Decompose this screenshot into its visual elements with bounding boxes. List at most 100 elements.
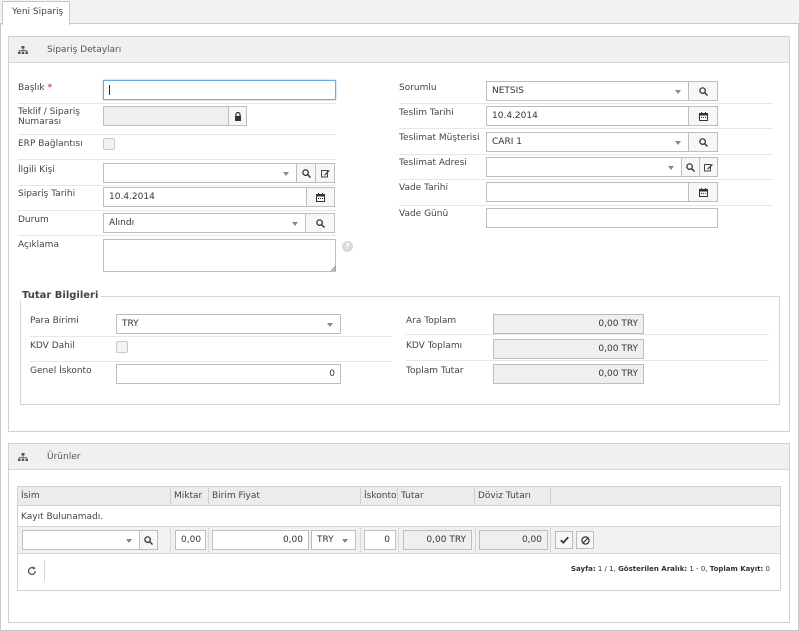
teslimat-adresi-select[interactable] bbox=[486, 157, 682, 177]
teslim-tarihi-label: Teslim Tarihi bbox=[399, 108, 454, 118]
siparis-tarihi-label: Sipariş Tarihi bbox=[18, 189, 76, 199]
column-header-iskonto[interactable]: İskonto bbox=[361, 487, 398, 506]
sorumlu-label: Sorumlu bbox=[399, 83, 437, 93]
chevron-down-icon bbox=[283, 172, 289, 176]
col-divider bbox=[475, 527, 476, 553]
resize-handle-icon[interactable] bbox=[331, 266, 336, 271]
durum-select[interactable]: Alındı bbox=[103, 213, 306, 233]
currency-select[interactable]: TRY bbox=[311, 530, 356, 550]
teslimat-adresi-search-button[interactable] bbox=[681, 157, 700, 177]
ara-toplam-label: Ara Toplam bbox=[406, 316, 457, 326]
divider bbox=[399, 103, 773, 104]
para-birimi-label: Para Birimi bbox=[30, 316, 79, 326]
aciklama-label: Açıklama bbox=[18, 240, 59, 250]
divider bbox=[406, 334, 769, 335]
divider bbox=[399, 205, 773, 206]
product-search-button[interactable] bbox=[139, 530, 158, 550]
search-icon bbox=[301, 168, 311, 178]
vade-tarihi-calendar-button[interactable] bbox=[688, 182, 718, 202]
sitemap-icon bbox=[18, 46, 28, 54]
save-row-button[interactable] bbox=[555, 531, 573, 549]
birim-fiyat-input[interactable]: 0,00 bbox=[212, 530, 309, 550]
teslim-tarihi-calendar-button[interactable] bbox=[688, 106, 718, 126]
lock-button[interactable] bbox=[228, 106, 247, 126]
chevron-down-icon bbox=[126, 539, 132, 543]
iskonto-input[interactable]: 0 bbox=[364, 530, 396, 550]
help-icon[interactable]: ? bbox=[342, 241, 353, 252]
teklif-number-field bbox=[103, 106, 229, 126]
ilgili-kisi-select[interactable] bbox=[103, 163, 297, 183]
col-divider bbox=[360, 527, 361, 553]
ara-toplam-value: 0,00 TRY bbox=[493, 314, 644, 334]
miktar-input[interactable]: 0,00 bbox=[175, 530, 206, 550]
cancel-row-button[interactable] bbox=[576, 531, 594, 549]
check-icon bbox=[559, 536, 569, 544]
column-header-isim[interactable]: İsim bbox=[18, 487, 171, 506]
kdv-dahil-checkbox[interactable] bbox=[116, 341, 128, 353]
tutar-bilgileri-fieldset bbox=[20, 296, 780, 405]
kdv-toplami-label: KDV Toplamı bbox=[406, 341, 463, 351]
ban-icon bbox=[580, 535, 590, 545]
divider bbox=[18, 185, 336, 186]
genel-iskonto-input[interactable]: 0 bbox=[116, 364, 341, 384]
tab-yeni-siparis[interactable]: Yeni Sipariş bbox=[2, 1, 70, 25]
edit-icon bbox=[320, 169, 330, 177]
column-header-tutar[interactable]: Tutar bbox=[398, 487, 475, 506]
teslimat-adresi-label: Teslimat Adresi bbox=[399, 158, 467, 168]
product-select[interactable] bbox=[22, 530, 140, 550]
divider bbox=[30, 361, 392, 362]
kdv-dahil-label: KDV Dahil bbox=[30, 341, 75, 351]
aciklama-textarea[interactable] bbox=[103, 239, 336, 272]
teslimat-musterisi-select[interactable]: CARI 1 bbox=[486, 132, 689, 152]
divider bbox=[406, 360, 769, 361]
edit-icon bbox=[704, 163, 713, 171]
baslik-input[interactable] bbox=[103, 80, 336, 100]
grid-header: İsim Miktar Birim Fiyat İskonto Tutar Dö… bbox=[18, 487, 780, 506]
required-marker: * bbox=[47, 83, 53, 93]
ilgili-kisi-label: İlgili Kişi bbox=[18, 165, 55, 175]
col-divider bbox=[398, 527, 399, 553]
chevron-down-icon bbox=[327, 323, 333, 327]
chevron-down-icon bbox=[675, 141, 681, 145]
sorumlu-search-button[interactable] bbox=[688, 81, 718, 101]
col-divider bbox=[170, 527, 171, 553]
tutar-value: 0,00 TRY bbox=[403, 530, 472, 550]
search-icon bbox=[698, 137, 708, 147]
baslik-label: Başlık * bbox=[18, 83, 53, 93]
doviz-tutari-value: 0,00 bbox=[479, 530, 548, 550]
siparis-tarihi-calendar-button[interactable] bbox=[306, 187, 335, 207]
refresh-icon[interactable] bbox=[27, 566, 37, 576]
teslimat-adresi-edit-button[interactable] bbox=[699, 157, 718, 177]
ilgili-edit-button[interactable] bbox=[315, 163, 335, 183]
durum-search-button[interactable] bbox=[305, 213, 335, 233]
divider bbox=[18, 103, 336, 104]
column-header-miktar[interactable]: Miktar bbox=[171, 487, 209, 506]
column-header-doviz-tutari[interactable]: Döviz Tutarı bbox=[475, 487, 551, 506]
teslim-tarihi-input[interactable]: 10.4.2014 bbox=[486, 106, 689, 126]
vade-gunu-input[interactable] bbox=[486, 208, 718, 228]
para-birimi-select[interactable]: TRY bbox=[116, 314, 341, 334]
kdv-toplami-value: 0,00 TRY bbox=[493, 339, 644, 359]
siparis-tarihi-input[interactable]: 10.4.2014 bbox=[103, 187, 307, 207]
ilgili-search-button[interactable] bbox=[296, 163, 316, 183]
lock-icon bbox=[234, 111, 241, 121]
search-icon bbox=[698, 86, 708, 96]
tab-bar bbox=[0, 0, 799, 24]
order-details-header: Sipariş Detayları bbox=[9, 37, 789, 63]
vade-tarihi-input[interactable] bbox=[486, 182, 689, 202]
vade-gunu-label: Vade Günü bbox=[399, 209, 449, 219]
erp-checkbox[interactable] bbox=[103, 138, 115, 150]
sorumlu-select[interactable]: NETSIS bbox=[486, 81, 689, 101]
chevron-down-icon bbox=[342, 539, 348, 543]
products-title: Ürünler bbox=[47, 452, 81, 462]
pager-info: Sayfa: 1 / 1, Gösterilen Aralık: 1 - 0, … bbox=[570, 565, 770, 573]
column-header-birim-fiyat[interactable]: Birim Fiyat bbox=[209, 487, 361, 506]
divider bbox=[399, 179, 773, 180]
order-details-title: Sipariş Detayları bbox=[47, 45, 122, 55]
divider bbox=[18, 235, 336, 236]
empty-message: Kayıt Bulunamadı. bbox=[21, 512, 104, 522]
teslimat-musterisi-search-button[interactable] bbox=[688, 132, 718, 152]
chevron-down-icon bbox=[675, 90, 681, 94]
durum-label: Durum bbox=[18, 215, 49, 225]
teslimat-musterisi-label: Teslimat Müşterisi bbox=[399, 133, 480, 143]
